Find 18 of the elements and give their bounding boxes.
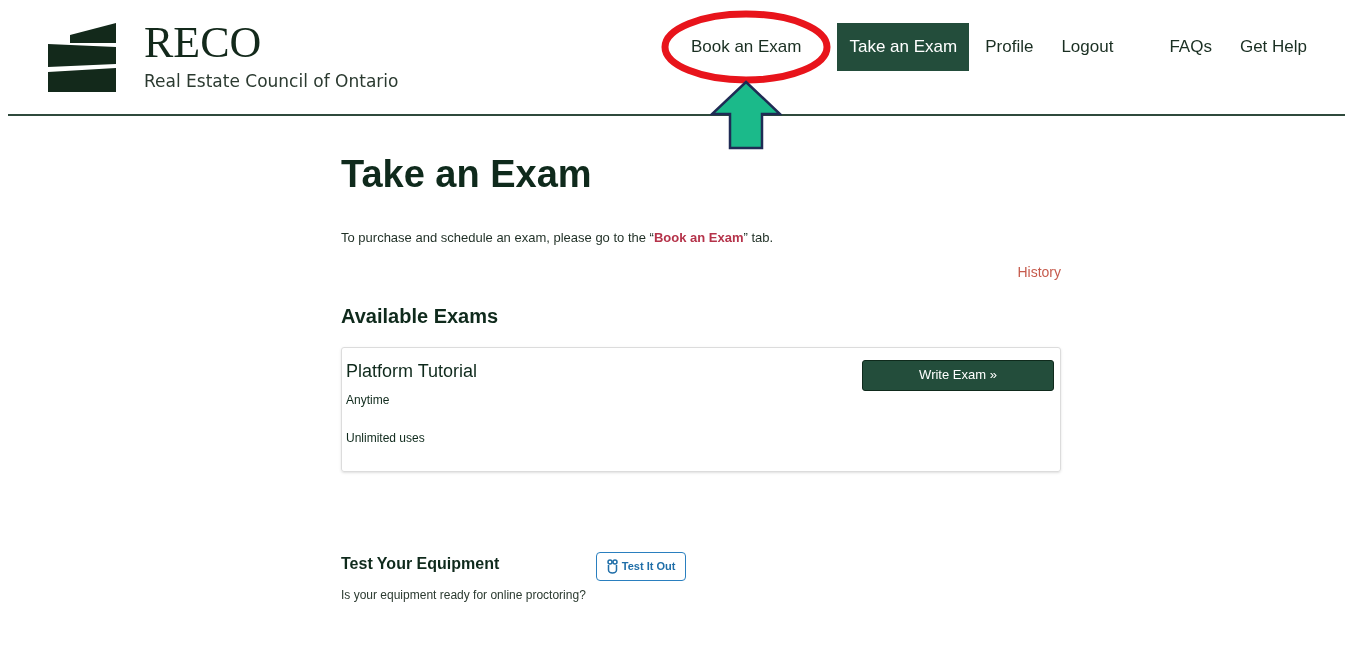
- write-exam-button[interactable]: Write Exam »: [862, 359, 1054, 391]
- test-it-out-button[interactable]: Test It Out: [595, 551, 687, 581]
- nav-tab[interactable]: Logout: [1049, 23, 1126, 71]
- exam-name: Platform Tutorial: [346, 359, 478, 383]
- equipment-text: Is your equipment ready for online proctoring?: [341, 586, 586, 604]
- logo-subtitle: Real Estate Council of Ontario: [144, 70, 399, 93]
- logo-title: RECO: [144, 21, 263, 65]
- history-link[interactable]: History: [1017, 261, 1061, 283]
- exam-uses: Unlimited uses: [346, 429, 426, 447]
- intro-text: To purchase and schedule an exam, please go to the “Book an Exam” tab.: [341, 229, 775, 247]
- nav-tab[interactable]: FAQs: [1157, 23, 1224, 71]
- section-heading: Available Exams: [341, 303, 500, 329]
- nav-tab[interactable]: Take an Exam: [837, 23, 970, 71]
- exam-availability: Anytime: [346, 391, 391, 409]
- section-heading: Test Your Equipment: [341, 553, 501, 574]
- nav-tab[interactable]: Get Help: [1227, 23, 1319, 71]
- nav-tab[interactable]: Profile: [973, 23, 1046, 71]
- page-title: Take an Exam: [341, 152, 593, 197]
